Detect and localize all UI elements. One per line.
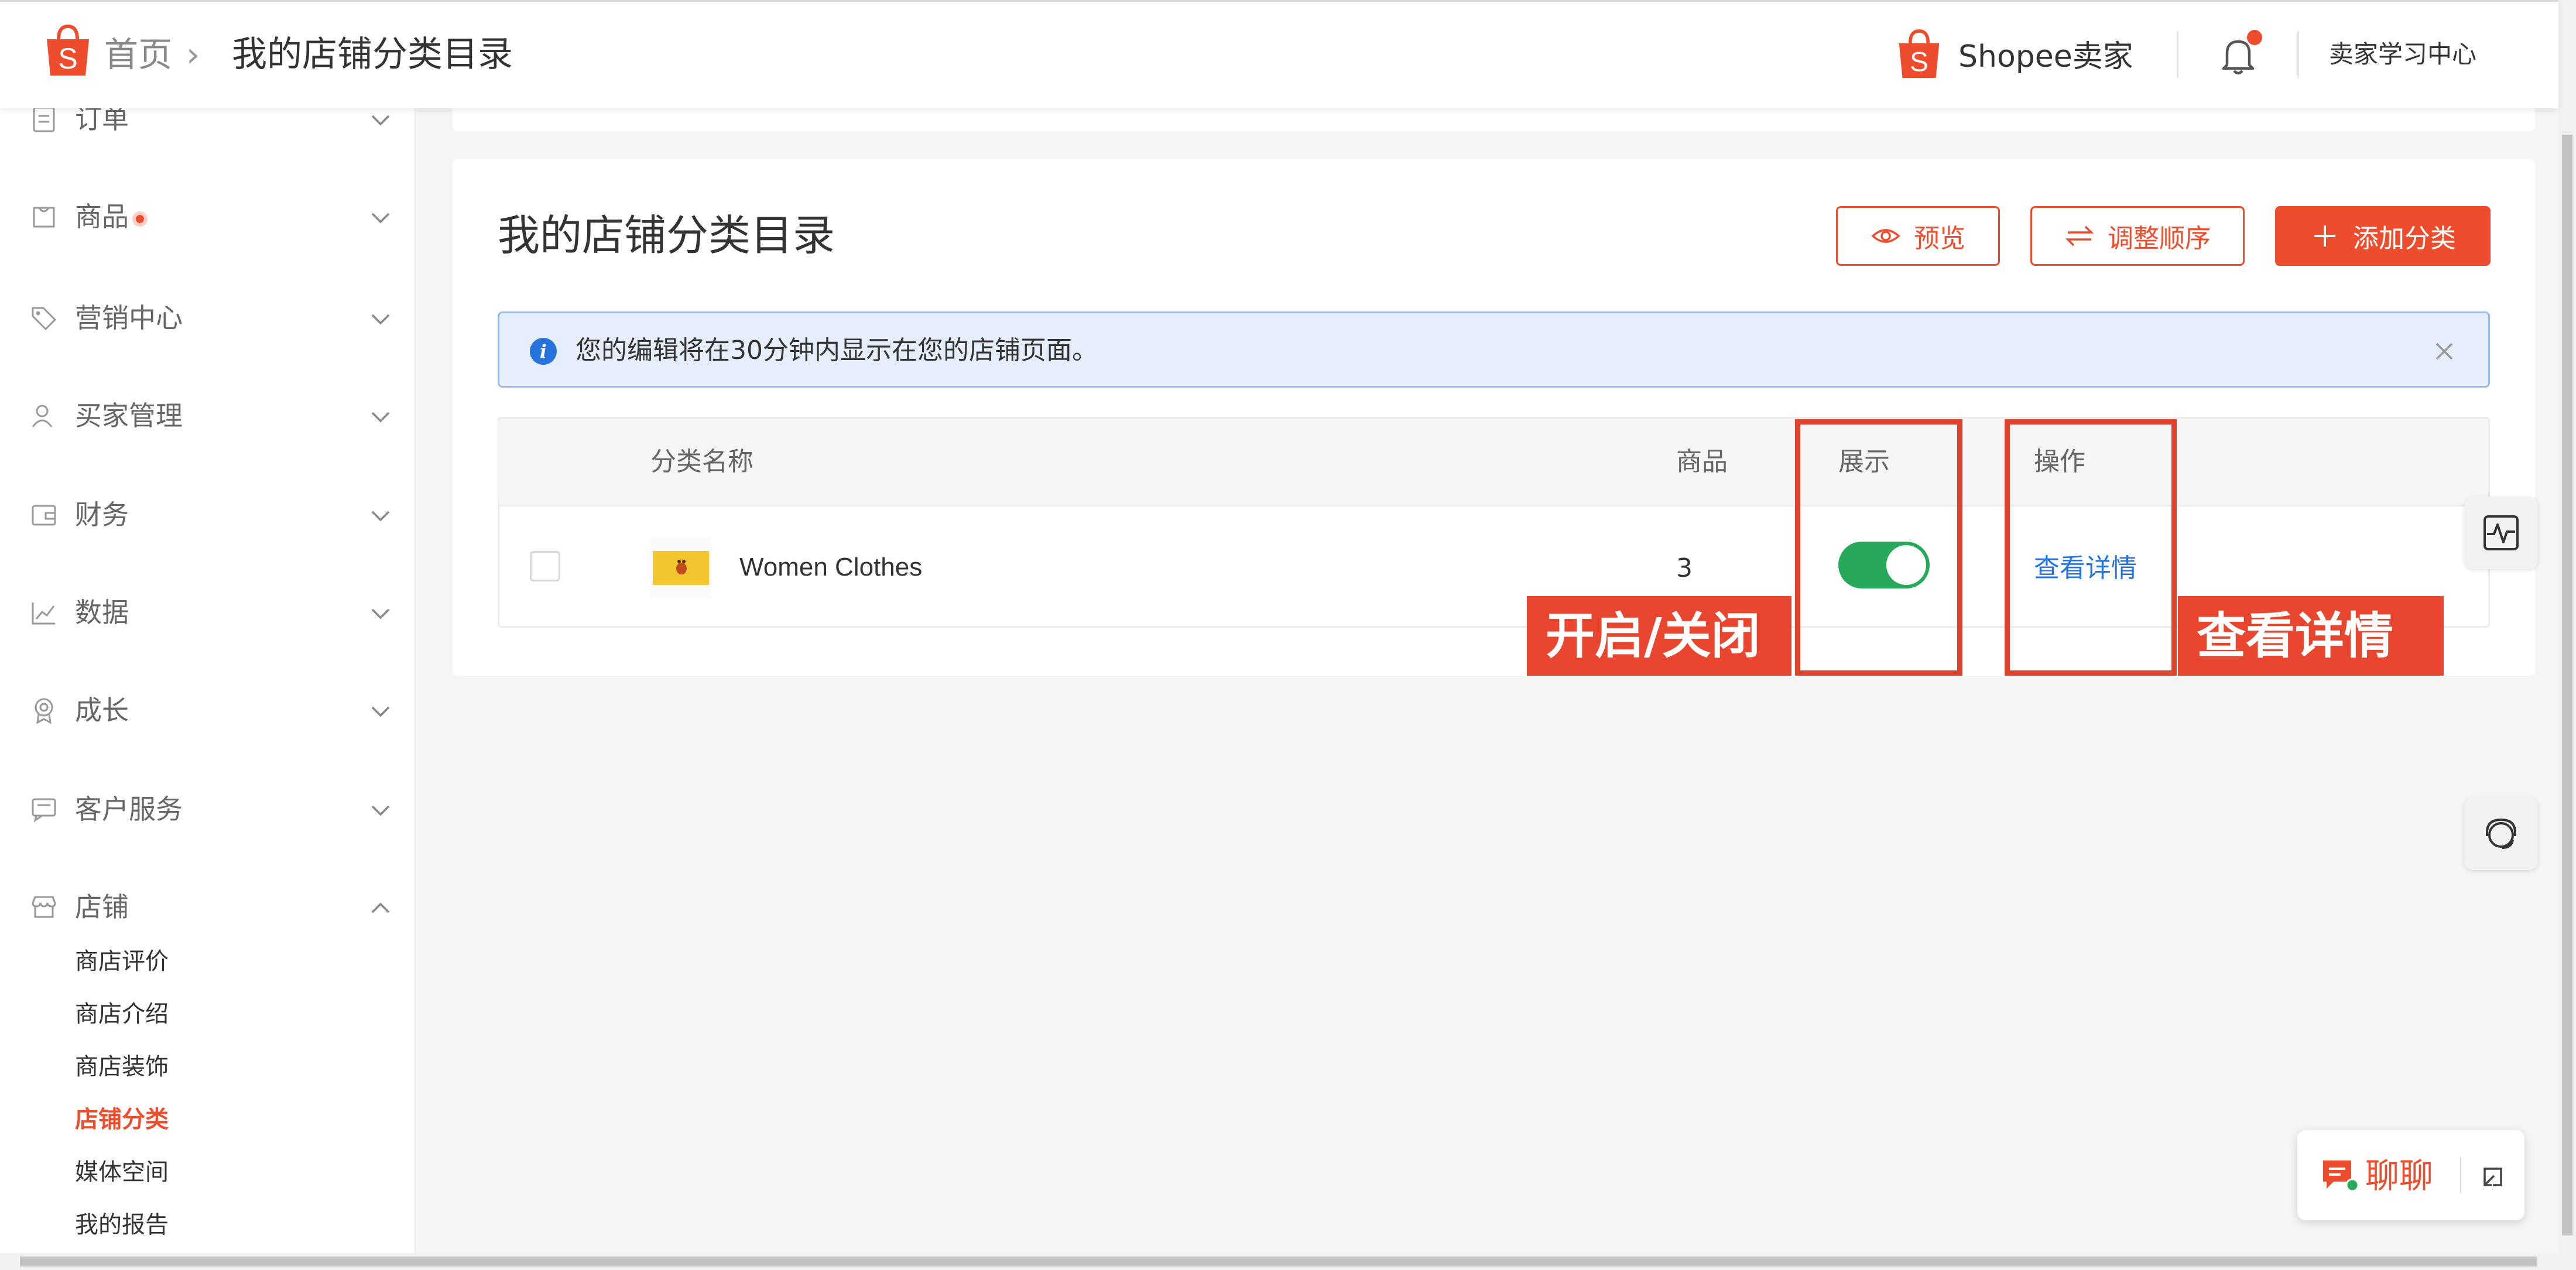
chevron-down-icon xyxy=(371,412,390,423)
sidebar-item-label: 成长 xyxy=(75,694,129,726)
chat-label: 聊聊 xyxy=(2365,1156,2434,1196)
chevron-down-icon xyxy=(371,314,390,325)
sidebar-item-customer-service[interactable]: 客户服务 xyxy=(29,783,392,836)
column-header-products: 商品 xyxy=(1676,447,1728,477)
sidebar-subitem-shop-reviews[interactable]: 商店评价 xyxy=(75,944,169,979)
shopee-logo-icon[interactable]: S xyxy=(43,24,93,78)
breadcrumb-home[interactable]: 首页 xyxy=(104,32,172,77)
scrollbar-thumb[interactable] xyxy=(20,1257,2537,1266)
learning-center-link[interactable]: 卖家学习中心 xyxy=(2329,36,2476,73)
sidebar-item-label: 财务 xyxy=(75,499,129,530)
seller-brand: Shopee卖家 xyxy=(1958,39,2133,74)
chevron-up-icon xyxy=(371,902,390,913)
chevron-down-icon xyxy=(371,511,390,522)
sidebar-item-shop[interactable]: 店铺 xyxy=(29,881,392,933)
sidebar-item-label: 店铺 xyxy=(75,891,129,923)
sidebar-item-label: 买家管理 xyxy=(75,400,183,432)
preview-button-label: 预览 xyxy=(1914,224,1965,254)
breadcrumb-separator: › xyxy=(186,35,200,74)
annotation-label-toggle: 开启/关闭 xyxy=(1527,596,1791,676)
row-checkbox[interactable] xyxy=(530,551,560,581)
pulse-monitor-icon xyxy=(2483,515,2519,550)
chat-icon xyxy=(2323,1161,2359,1192)
sidebar-item-label: 营销中心 xyxy=(75,302,183,334)
product-count: 3 xyxy=(1676,553,1693,583)
add-category-button[interactable]: 添加分类 xyxy=(2275,206,2491,266)
vertical-scrollbar[interactable] xyxy=(2558,0,2576,1253)
sidebar-item-buyers[interactable]: 买家管理 xyxy=(29,389,392,442)
chat-divider xyxy=(2460,1157,2461,1193)
medal-icon xyxy=(35,698,53,724)
page-title: 我的店铺分类目录 xyxy=(498,211,835,260)
minimize-icon[interactable] xyxy=(2480,1164,2506,1190)
performance-monitor-button[interactable] xyxy=(2465,497,2537,569)
info-icon: i xyxy=(530,338,557,365)
mascot-image xyxy=(676,560,687,574)
chevron-down-icon xyxy=(371,706,390,717)
top-header: S 首页 › 我的店铺分类目录 S Shopee卖家 卖家学习中心 xyxy=(0,0,2558,108)
plus-icon xyxy=(2314,225,2335,247)
annotation-box-actions xyxy=(2005,419,2177,676)
shopee-seller-logo-icon: S xyxy=(1899,29,1940,78)
column-header-name: 分类名称 xyxy=(650,447,753,477)
category-thumbnail xyxy=(650,538,711,599)
chevron-down-icon xyxy=(371,608,390,619)
user-icon xyxy=(32,405,53,427)
svg-text:S: S xyxy=(1910,47,1928,78)
header-divider xyxy=(2177,31,2178,78)
close-icon[interactable] xyxy=(2430,337,2459,366)
chevron-down-icon xyxy=(371,213,390,224)
sidebar-item-products[interactable]: 商品 xyxy=(29,190,392,243)
notification-dot xyxy=(2247,30,2262,45)
add-category-button-label: 添加分类 xyxy=(2353,224,2456,254)
chat-widget[interactable]: 聊聊 xyxy=(2297,1130,2524,1220)
headset-icon xyxy=(2486,818,2516,849)
scrollbar-thumb[interactable] xyxy=(2562,135,2572,1235)
tag-icon xyxy=(32,307,57,331)
annotation-label-details: 查看详情 xyxy=(2178,596,2444,676)
sidebar-subitem-shop-decoration[interactable]: 商店装饰 xyxy=(75,1049,169,1084)
sidebar-subitem-my-reports[interactable]: 我的报告 xyxy=(75,1207,169,1242)
sidebar-item-marketing[interactable]: 营销中心 xyxy=(29,292,392,344)
product-icon xyxy=(33,207,55,228)
alert-message: 您的编辑将在30分钟内显示在您的店铺页面。 xyxy=(576,336,1098,365)
sidebar: 订单 商品 营销中心 买家管理 财务 数据 成长 客户服务 店铺 商店评价 商店… xyxy=(0,0,416,1253)
table-header: 分类名称 商品 展示 操作 xyxy=(499,419,2488,506)
preview-button[interactable]: 预览 xyxy=(1836,206,2000,266)
sidebar-item-label: 数据 xyxy=(75,597,129,628)
order-icon xyxy=(33,107,55,132)
category-name: Women Clothes xyxy=(739,553,923,581)
sidebar-item-label: 客户服务 xyxy=(75,793,183,825)
sidebar-item-label: 商品 xyxy=(75,198,148,235)
sidebar-item-data[interactable]: 数据 xyxy=(29,586,392,639)
breadcrumb-current: 我的店铺分类目录 xyxy=(232,34,513,75)
sidebar-item-finance[interactable]: 财务 xyxy=(29,488,392,541)
sidebar-item-growth[interactable]: 成长 xyxy=(29,684,392,737)
customer-support-button[interactable] xyxy=(2465,797,2537,870)
chart-icon xyxy=(32,603,55,625)
info-alert: i 您的编辑将在30分钟内显示在您的店铺页面。 xyxy=(498,311,2490,388)
sidebar-subitem-media-space[interactable]: 媒体空间 xyxy=(75,1155,169,1190)
reorder-button[interactable]: 调整顺序 xyxy=(2030,206,2245,266)
header-divider xyxy=(2297,31,2299,78)
chevron-down-icon xyxy=(371,115,390,126)
chevron-down-icon xyxy=(371,805,390,816)
eye-icon xyxy=(1871,229,1900,243)
wallet-icon xyxy=(32,505,56,526)
swap-arrows-icon xyxy=(2065,225,2094,247)
notification-dot xyxy=(132,211,148,227)
annotation-box-display xyxy=(1795,419,1962,676)
horizontal-scrollbar[interactable] xyxy=(0,1253,2576,1270)
service-icon xyxy=(32,798,56,823)
reorder-button-label: 调整顺序 xyxy=(2108,224,2211,254)
svg-text:S: S xyxy=(58,42,77,75)
sidebar-subitem-shop-intro[interactable]: 商店介绍 xyxy=(75,997,169,1032)
shop-icon xyxy=(32,896,56,918)
sidebar-subitem-shop-categories[interactable]: 店铺分类 xyxy=(75,1102,169,1137)
